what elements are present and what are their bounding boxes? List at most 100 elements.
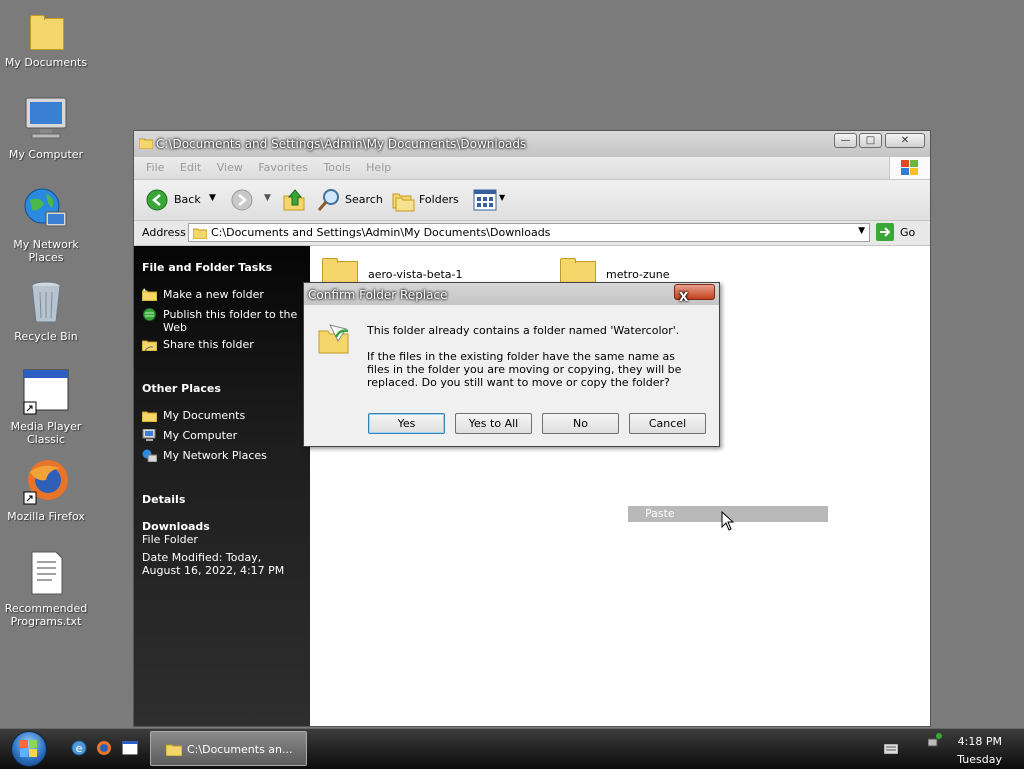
maximize-icon: □ — [865, 135, 876, 146]
folder-name: aero-vista-beta-1 — [368, 268, 463, 281]
folders-label: Folders — [419, 193, 459, 206]
start-button[interactable] — [11, 731, 47, 767]
desktop-icon-network[interactable]: My Network Places — [1, 186, 91, 264]
up-folder-icon — [283, 189, 305, 211]
file-folder-tasks-heading[interactable]: File and Folder Tasks — [142, 261, 272, 274]
ie-quicklaunch-icon[interactable]: e — [71, 740, 87, 756]
system-clock[interactable]: 4:18 PM Tuesday — [957, 733, 1002, 769]
desktop-icon-my-documents[interactable]: My Documents — [1, 4, 91, 69]
media-player-icon — [22, 368, 70, 416]
folder-name: metro-zune — [606, 268, 670, 281]
views-button[interactable]: ▼ — [473, 188, 509, 212]
network-tray-icon[interactable] — [928, 733, 942, 747]
go-label: Go — [900, 226, 916, 239]
firefox-icon — [22, 458, 70, 506]
desktop-icon-my-computer[interactable]: My Computer — [1, 96, 91, 161]
menu-bar: File Edit View Favorites Tools Help — [134, 157, 930, 180]
folder-replace-icon — [318, 324, 349, 354]
folder-icon — [166, 744, 182, 756]
back-button[interactable]: Back ▼ — [146, 189, 221, 211]
menu-edit[interactable]: Edit — [180, 161, 201, 174]
back-dropdown-icon[interactable]: ▼ — [209, 193, 216, 203]
place-my-computer[interactable]: My Computer — [163, 429, 303, 442]
yes-to-all-button[interactable]: Yes to All — [455, 413, 532, 434]
menu-tools[interactable]: Tools — [324, 161, 351, 174]
address-value: C:\Documents and Settings\Admin\My Docum… — [211, 226, 551, 239]
window-titlebar[interactable]: C:\Documents and Settings\Admin\My Docum… — [134, 131, 930, 157]
cancel-button[interactable]: Cancel — [629, 413, 706, 434]
menu-favorites[interactable]: Favorites — [258, 161, 308, 174]
mouse-cursor-icon — [721, 511, 735, 531]
keyboard-tray-icon[interactable] — [884, 744, 898, 754]
publish-web-icon — [143, 308, 156, 321]
address-input[interactable]: C:\Documents and Settings\Admin\My Docum… — [188, 223, 870, 242]
views-grid-icon — [473, 189, 497, 211]
windows-logo-icon — [20, 740, 37, 757]
paste-label: Paste — [645, 507, 675, 520]
my-computer-icon — [142, 429, 156, 441]
desktop-icon-recycle-bin[interactable]: Recycle Bin — [1, 278, 91, 343]
firefox-quicklaunch-icon[interactable] — [96, 740, 112, 756]
desktop-icon-media-player[interactable]: Media Player Classic — [1, 368, 91, 446]
dialog-title: Confirm Folder Replace — [308, 288, 448, 302]
back-arrow-icon — [146, 189, 168, 211]
clock-day: Tuesday — [957, 753, 1002, 766]
my-documents-folder-icon — [142, 411, 157, 422]
desktop-quicklaunch-icon[interactable] — [122, 741, 138, 755]
place-my-documents[interactable]: My Documents — [163, 409, 303, 422]
task-publish-to-web[interactable]: Publish this folder to the Web — [163, 308, 303, 334]
search-button[interactable]: Search — [317, 188, 385, 212]
back-label: Back — [174, 193, 201, 206]
go-button[interactable]: Go — [876, 223, 924, 242]
task-share-folder[interactable]: Share this folder — [163, 338, 303, 351]
minimize-icon: — — [840, 135, 851, 146]
folder-icon — [139, 138, 153, 149]
svg-text:e: e — [76, 742, 83, 755]
details-type: File Folder — [142, 533, 198, 546]
close-button[interactable]: ✕ — [885, 133, 925, 148]
folders-button[interactable]: Folders — [391, 188, 461, 212]
maximize-button[interactable]: □ — [859, 133, 882, 148]
desktop-icon-firefox[interactable]: Mozilla Firefox — [1, 458, 91, 523]
close-icon: ✕ — [900, 135, 910, 146]
up-folder-button[interactable] — [283, 188, 307, 212]
desktop-icon-label: Recycle Bin — [14, 330, 78, 343]
confirm-folder-replace-dialog[interactable]: Confirm Folder Replace X This folder alr… — [303, 282, 720, 447]
globe-network-icon — [22, 186, 70, 234]
place-my-network-places[interactable]: My Network Places — [163, 449, 303, 462]
go-arrow-icon — [876, 223, 894, 241]
desktop-icon-label: My Network Places — [13, 238, 79, 264]
other-places-heading[interactable]: Other Places — [142, 382, 221, 395]
forward-dropdown-icon[interactable]: ▼ — [264, 193, 271, 203]
folder-documents-icon — [22, 4, 70, 52]
menu-file[interactable]: File — [146, 161, 164, 174]
desktop-icon-label: Recommended Programs.txt — [4, 602, 88, 628]
details-heading[interactable]: Details — [142, 493, 185, 506]
details-modified: Date Modified: Today, August 16, 2022, 4… — [142, 551, 285, 577]
text-file-icon — [22, 550, 70, 598]
no-button[interactable]: No — [542, 413, 619, 434]
dialog-message-secondary: If the files in the existing folder have… — [367, 350, 682, 389]
close-icon: X — [679, 290, 689, 304]
task-make-new-folder[interactable]: Make a new folder — [163, 288, 303, 301]
folders-icon — [392, 193, 415, 212]
dialog-close-button[interactable]: X — [674, 284, 715, 304]
desktop-icon-label: Media Player Classic — [10, 420, 82, 446]
forward-button[interactable]: ▼ — [231, 189, 275, 211]
taskbar-explorer-task[interactable]: C:\Documents an... — [150, 731, 307, 766]
folder-icon — [193, 228, 207, 239]
dialog-message-primary: This folder already contains a folder na… — [367, 324, 680, 337]
minimize-button[interactable]: — — [834, 133, 857, 148]
menu-view[interactable]: View — [217, 161, 243, 174]
desktop-icon-label: Mozilla Firefox — [7, 510, 85, 523]
yes-button[interactable]: Yes — [368, 413, 445, 434]
address-label: Address — [142, 226, 186, 239]
network-places-icon — [142, 449, 157, 462]
windows-logo-icon — [889, 157, 930, 179]
address-dropdown-icon[interactable]: ▼ — [858, 226, 865, 236]
dialog-titlebar[interactable]: Confirm Folder Replace X — [304, 283, 719, 305]
desktop-icon-recommended-programs[interactable]: Recommended Programs.txt — [1, 550, 91, 628]
share-folder-icon — [142, 340, 157, 351]
window-title: C:\Documents and Settings\Admin\My Docum… — [156, 137, 527, 151]
menu-help[interactable]: Help — [366, 161, 391, 174]
